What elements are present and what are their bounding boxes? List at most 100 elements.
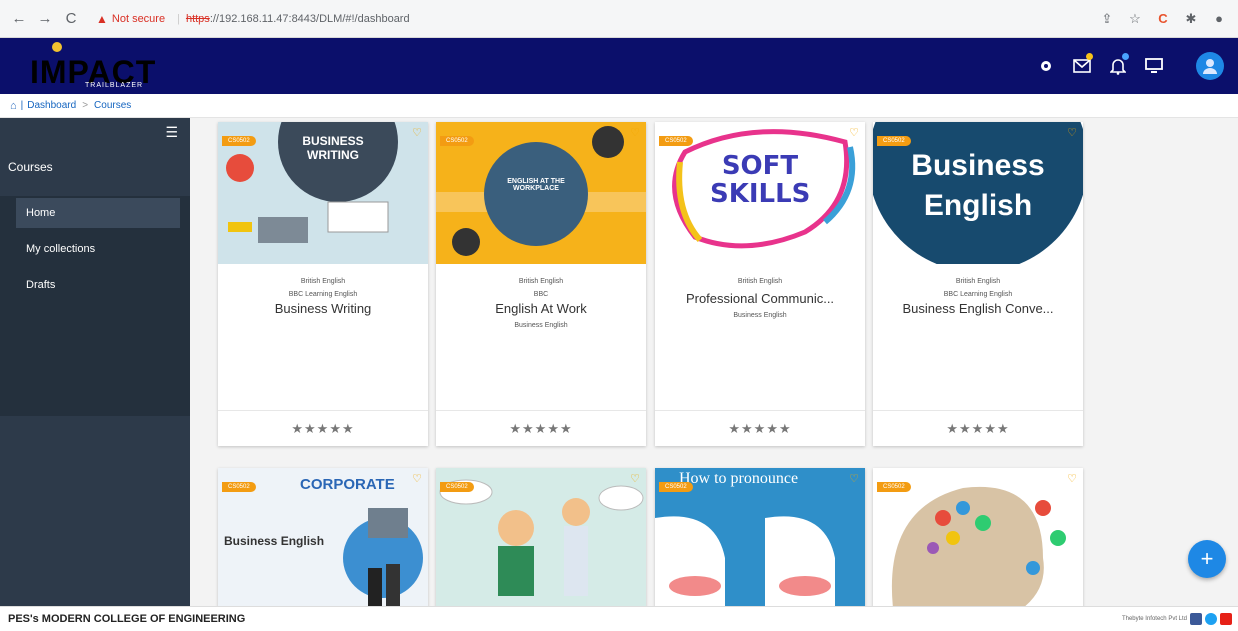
course-language: British English xyxy=(518,278,564,285)
course-thumbnail: SOFT SKILLS CS0502 ♡ xyxy=(655,122,865,264)
course-thumbnail: BUSINESS WRITING CS0502 ♡ xyxy=(218,122,428,264)
course-card[interactable]: CS0502 ♡ xyxy=(436,468,646,606)
back-icon[interactable]: ← xyxy=(8,8,30,30)
add-button[interactable]: + xyxy=(1188,540,1226,578)
thumbnail-text: ENGLISH AT THE WORKPLACE xyxy=(507,178,565,192)
course-title[interactable]: Business Writing xyxy=(218,301,428,316)
course-card[interactable]: ENGLISH AT THE WORKPLACE CS0502 ♡ Britis… xyxy=(436,122,646,446)
course-thumbnail: L R How to pronounce CS0502 ♡ xyxy=(655,468,865,606)
favorite-heart-icon[interactable]: ♡ xyxy=(849,126,859,139)
forward-icon[interactable]: → xyxy=(34,8,56,30)
course-provider: BBC Learning English xyxy=(943,291,1013,298)
home-icon[interactable]: ⌂ xyxy=(10,100,17,112)
reload-icon[interactable]: C xyxy=(60,8,82,30)
favorite-heart-icon[interactable]: ♡ xyxy=(412,126,422,139)
footer-credit: Thebyte Infotech Pvt Ltd xyxy=(1121,616,1187,622)
notification-bell-icon[interactable] xyxy=(1104,52,1132,80)
sidebar-item-drafts[interactable]: Drafts xyxy=(16,270,180,300)
profile-icon[interactable]: ● xyxy=(1208,8,1230,30)
logo-subtitle: TRAILBLAZER xyxy=(85,82,144,89)
favorite-heart-icon[interactable]: ♡ xyxy=(630,126,640,139)
course-thumbnail: CS0502 ♡ xyxy=(436,468,646,606)
sidebar-item-home[interactable]: Home xyxy=(16,198,180,228)
course-tag: CS0502 xyxy=(659,136,693,146)
favorite-heart-icon[interactable]: ♡ xyxy=(849,472,859,485)
course-tag: CS0502 xyxy=(877,136,911,146)
course-category: Business English xyxy=(733,312,787,319)
course-thumbnail: CS0502 ♡ xyxy=(873,468,1083,606)
settings-gear-icon[interactable] xyxy=(1032,52,1060,80)
course-card[interactable]: CORPORATE Business English CS0502 ♡ xyxy=(218,468,428,606)
course-card[interactable]: Business English CS0502 ♡ British Englis… xyxy=(873,122,1083,446)
favorite-heart-icon[interactable]: ♡ xyxy=(412,472,422,485)
course-tag: CS0502 xyxy=(440,136,474,146)
share-icon[interactable]: ⇪ xyxy=(1096,8,1118,30)
security-label: Not secure xyxy=(111,12,166,25)
course-rating[interactable]: ★★★★★ xyxy=(436,410,646,446)
course-tag: CS0502 xyxy=(222,482,256,492)
course-title[interactable]: Professional Communic... xyxy=(655,291,865,306)
url-protocol: https xyxy=(185,12,210,25)
facebook-icon[interactable] xyxy=(1190,613,1202,625)
course-language: British English xyxy=(300,278,346,285)
course-card[interactable]: BUSINESS WRITING CS0502 ♡ British Englis… xyxy=(218,122,428,446)
footer: PES's MODERN COLLEGE OF ENGINEERING Theb… xyxy=(0,606,1238,631)
course-rating[interactable]: ★★★★★ xyxy=(655,410,865,446)
thumbnail-text: CORPORATE xyxy=(300,476,395,493)
thumbnail-text: How to pronounce xyxy=(679,470,799,487)
thumbnail-text: SOFT SKILLS xyxy=(710,151,811,209)
favorite-heart-icon[interactable]: ♡ xyxy=(1067,472,1077,485)
course-rating[interactable]: ★★★★★ xyxy=(218,410,428,446)
bookmark-star-icon[interactable]: ☆ xyxy=(1124,8,1146,30)
course-title[interactable]: English At Work xyxy=(436,301,646,316)
course-tag: CS0502 xyxy=(440,482,474,492)
course-grid: BUSINESS WRITING CS0502 ♡ British Englis… xyxy=(190,118,1238,606)
browser-toolbar: ← → C ▲ Not secure | https ://192.168.11… xyxy=(0,0,1238,38)
course-thumbnail: ENGLISH AT THE WORKPLACE CS0502 ♡ xyxy=(436,122,646,264)
favorite-heart-icon[interactable]: ♡ xyxy=(1067,126,1077,139)
course-language: British English xyxy=(737,278,783,285)
monitor-icon[interactable] xyxy=(1140,52,1168,80)
puzzle-icon[interactable]: ✱ xyxy=(1180,8,1202,30)
course-category: Business English xyxy=(514,322,568,329)
svg-text:R: R xyxy=(795,524,814,554)
sidebar: ☰ Courses Home My collections Drafts xyxy=(0,118,190,606)
course-tag: CS0502 xyxy=(222,136,256,146)
course-tag: CS0502 xyxy=(659,482,693,492)
course-title[interactable]: Business English Conve... xyxy=(873,301,1083,316)
thumbnail-subtext: Business English xyxy=(224,534,325,548)
warning-icon: ▲ xyxy=(96,11,108,26)
favorite-heart-icon[interactable]: ♡ xyxy=(630,472,640,485)
breadcrumb-dashboard[interactable]: Dashboard xyxy=(27,100,76,111)
youtube-icon[interactable] xyxy=(1220,613,1232,625)
app-header: IMPACT TRAILBLAZER xyxy=(0,38,1238,94)
bell-badge xyxy=(1122,53,1129,60)
thumbnail-text: Business English xyxy=(911,149,1045,222)
course-thumbnail: CORPORATE Business English CS0502 ♡ xyxy=(218,468,428,606)
twitter-icon[interactable] xyxy=(1205,613,1217,625)
hamburger-menu-icon[interactable]: ☰ xyxy=(0,118,190,146)
svg-text:L: L xyxy=(669,524,683,554)
breadcrumb: ⌂ | Dashboard > Courses xyxy=(0,94,1238,118)
course-card[interactable]: L R How to pronounce CS0502 ♡ xyxy=(655,468,865,606)
extension-icon[interactable]: C xyxy=(1152,8,1174,30)
address-bar[interactable]: ▲ Not secure | https ://192.168.11.47:84… xyxy=(96,6,1080,32)
user-avatar-icon[interactable] xyxy=(1196,52,1224,80)
course-provider: BBC xyxy=(533,291,549,298)
logo-spark-icon xyxy=(52,42,62,52)
college-name: PES's MODERN COLLEGE OF ENGINEERING xyxy=(8,613,246,625)
sidebar-section-title: Courses xyxy=(8,160,53,174)
course-rating[interactable]: ★★★★★ xyxy=(873,410,1083,446)
course-language: British English xyxy=(955,278,1001,285)
url-text: ://192.168.11.47:8443/DLM/#!/dashboard xyxy=(209,12,410,25)
thumbnail-text: BUSINESS WRITING xyxy=(302,134,364,162)
impact-logo[interactable]: IMPACT TRAILBLAZER xyxy=(30,42,170,90)
sidebar-item-my-collections[interactable]: My collections xyxy=(16,234,180,264)
course-provider: BBC Learning English xyxy=(288,291,358,298)
breadcrumb-courses[interactable]: Courses xyxy=(94,100,131,111)
course-card[interactable]: SOFT SKILLS CS0502 ♡ British English Pro… xyxy=(655,122,865,446)
course-tag: CS0502 xyxy=(877,482,911,492)
course-card[interactable]: CS0502 ♡ xyxy=(873,468,1083,606)
mail-icon[interactable] xyxy=(1068,52,1096,80)
course-thumbnail: Business English CS0502 ♡ xyxy=(873,122,1083,264)
